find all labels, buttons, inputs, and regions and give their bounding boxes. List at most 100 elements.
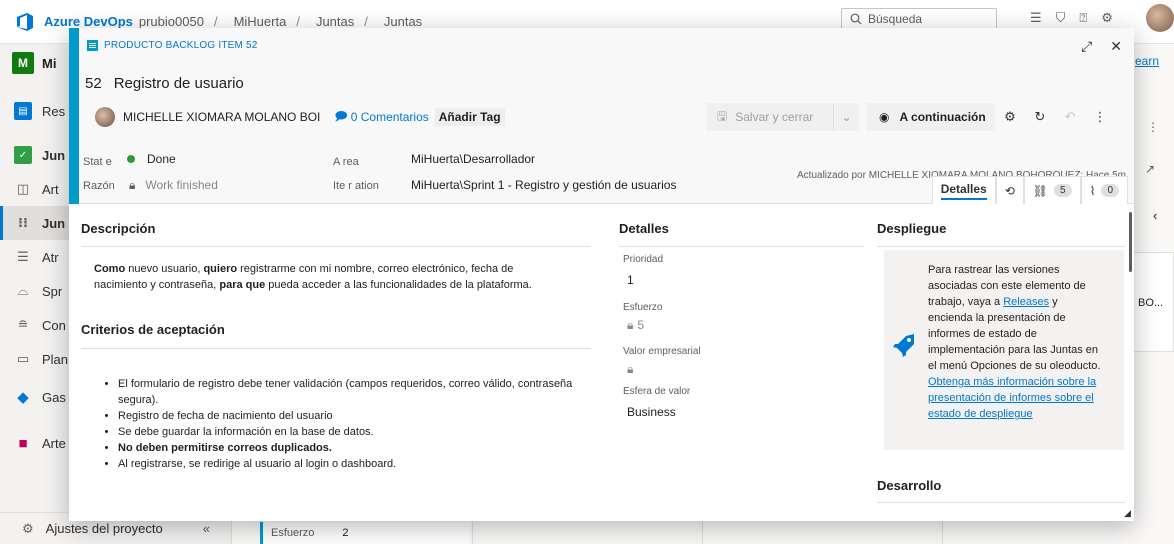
- add-tag-button[interactable]: Añadir Tag: [434, 108, 505, 126]
- effort-label: Esfuerzo: [623, 302, 663, 313]
- user-settings-icon[interactable]: ⚙: [1101, 10, 1113, 26]
- section-divider: [619, 246, 864, 247]
- assigned-to[interactable]: MICHELLE XIOMARA MOLANO BOI: [123, 110, 320, 124]
- acceptance-criteria-header: Criterios de aceptación: [81, 322, 225, 337]
- dialog-scrollbar[interactable]: [1129, 212, 1132, 272]
- azure-devops-logo-icon[interactable]: [14, 11, 36, 33]
- owner-row: MICHELLE XIOMARA MOLANO BOI 🗩 0 Comentar…: [95, 104, 505, 130]
- breadcrumb-separator: /: [364, 14, 368, 29]
- breadcrumb-board[interactable]: Juntas: [384, 14, 422, 29]
- gear-icon: ⚙: [1004, 109, 1016, 124]
- nav-label: Con: [42, 317, 66, 333]
- maximize-icon[interactable]: ⤢: [1081, 38, 1092, 55]
- business-value-field[interactable]: 🔒︎: [627, 362, 633, 377]
- backlog-item-icon: [87, 40, 98, 51]
- eye-icon: ◉: [879, 110, 890, 124]
- project-badge: M: [12, 52, 34, 74]
- more-options-icon[interactable]: ⋮: [1147, 120, 1159, 134]
- task-list-icon[interactable]: ☰: [1030, 10, 1042, 26]
- save-and-close-button[interactable]: 🖫 Salvar y cerrar: [707, 103, 833, 131]
- comments-count: 0 Comentarios: [350, 110, 429, 124]
- resize-handle-icon[interactable]: ◢: [1124, 508, 1131, 519]
- chevron-left-icon[interactable]: ‹: [1153, 208, 1157, 223]
- save-options-dropdown[interactable]: ⌄: [833, 103, 859, 131]
- refresh-button[interactable]: ↻: [1025, 103, 1055, 131]
- reason-value: Work finished: [145, 178, 218, 192]
- collapse-nav-button[interactable]: «: [203, 521, 210, 536]
- list-item: No deben permitirse correos duplicados.: [118, 440, 584, 456]
- comment-icon: 🗩: [334, 108, 348, 123]
- follow-button[interactable]: ◉ A continuación: [867, 103, 995, 131]
- description-field[interactable]: Como nuevo usuario, quiero registrarme c…: [94, 261, 569, 293]
- nav-label: Gas: [42, 389, 66, 405]
- development-header: Desarrollo: [877, 478, 942, 493]
- state-field[interactable]: Done: [127, 152, 176, 166]
- tab-attachments[interactable]: ⌇ 0: [1080, 176, 1128, 204]
- work-item-dialog: PRODUCTO BACKLOG ITEM 52 ⤢ ✕ 52 Registro…: [69, 28, 1134, 521]
- iteration-field[interactable]: MiHuerta\Sprint 1 - Registro y gestión d…: [411, 178, 676, 192]
- work-item-type-label: PRODUCTO BACKLOG ITEM 52: [104, 40, 258, 51]
- work-item-type-stripe: [69, 28, 79, 204]
- list-item: Se debe guardar la información en la bas…: [118, 424, 584, 440]
- link-icon: ⛓: [1032, 183, 1049, 198]
- juntas-icon: ⁝⁝: [18, 215, 28, 230]
- breadcrumb-project[interactable]: MiHuerta: [234, 14, 287, 29]
- work-item-id: 52: [85, 74, 102, 92]
- state-value: Done: [147, 152, 176, 166]
- acceptance-criteria-field[interactable]: El formulario de registro debe tener val…: [114, 376, 584, 472]
- breadcrumb-boards[interactable]: Juntas: [316, 14, 354, 29]
- close-icon[interactable]: ✕: [1110, 38, 1122, 55]
- list-item: Registro de fecha de nacimiento del usua…: [118, 408, 584, 424]
- effort-field[interactable]: 🔒︎ 5: [627, 318, 644, 333]
- value-area-field[interactable]: Business: [627, 405, 676, 419]
- board-card[interactable]: BO...: [1133, 252, 1174, 352]
- undo-button[interactable]: ↶: [1055, 103, 1085, 131]
- user-avatar[interactable]: [1146, 4, 1174, 32]
- board-card[interactable]: Esfuerzo 2: [260, 522, 470, 544]
- area-field[interactable]: MiHuerta\Desarrollador: [411, 152, 535, 166]
- search-icon: [850, 13, 862, 25]
- boards-icon: ✓: [14, 146, 32, 164]
- settings-button[interactable]: ⚙: [995, 103, 1025, 131]
- marketplace-icon[interactable]: ⛉: [1056, 10, 1066, 26]
- description-text: nuevo usuario,: [125, 263, 204, 275]
- learn-more-link[interactable]: Obtenga más información sobre la present…: [928, 376, 1096, 420]
- breadcrumb-org[interactable]: prubio0050: [139, 14, 204, 29]
- section-divider: [877, 502, 1125, 503]
- tab-links[interactable]: ⛓ 5: [1023, 176, 1081, 204]
- brand-link[interactable]: Azure DevOps: [44, 14, 133, 29]
- section-divider: [81, 246, 591, 247]
- sprints-icon: ⌓: [17, 283, 29, 298]
- card-field-label: Esfuerzo: [271, 527, 315, 539]
- comments-link[interactable]: 🗩 0 Comentarios: [334, 107, 428, 128]
- details-header: Detalles: [619, 221, 669, 236]
- work-item-title[interactable]: Registro de usuario: [114, 75, 244, 92]
- learn-more-link[interactable]: earn: [1135, 54, 1159, 68]
- nav-label: Res: [42, 103, 66, 119]
- tab-history[interactable]: ⟲: [995, 176, 1024, 204]
- artifacts-icon: ■: [18, 434, 28, 452]
- expand-icon[interactable]: ↗: [1145, 162, 1155, 176]
- links-count: 5: [1054, 184, 1072, 197]
- help-icon[interactable]: ⍰: [1079, 10, 1087, 26]
- board-right-panel: earn ⋮ ↗ ‹ BO...: [1127, 48, 1174, 368]
- reason-field[interactable]: 🔒︎ Work finished: [129, 178, 218, 193]
- deployment-info-text: Para rastrear las versiones asociadas co…: [928, 262, 1104, 422]
- value-area-label: Esfera de valor: [623, 386, 691, 397]
- section-divider: [877, 246, 1125, 247]
- backlog-icon: ☰: [17, 249, 29, 264]
- more-actions-button[interactable]: ⋮: [1085, 103, 1115, 131]
- business-value-label: Valor empresarial: [623, 346, 701, 357]
- search-input[interactable]: Búsqueda: [841, 8, 997, 30]
- priority-field[interactable]: 1: [627, 273, 634, 287]
- lock-icon: 🔒︎: [129, 178, 136, 192]
- work-item-header: PRODUCTO BACKLOG ITEM 52 ⤢ ✕ 52 Registro…: [79, 28, 1134, 204]
- description-keyword: Como: [94, 263, 126, 275]
- history-icon: ⟲: [1004, 183, 1015, 198]
- tab-details[interactable]: Detalles: [931, 176, 996, 204]
- card-title: BO...: [1138, 297, 1164, 309]
- reason-label: Razón: [83, 180, 115, 192]
- project-header[interactable]: M Mi: [12, 52, 56, 74]
- releases-link[interactable]: Releases: [1003, 296, 1049, 308]
- pipelines-icon: ◆: [17, 389, 29, 406]
